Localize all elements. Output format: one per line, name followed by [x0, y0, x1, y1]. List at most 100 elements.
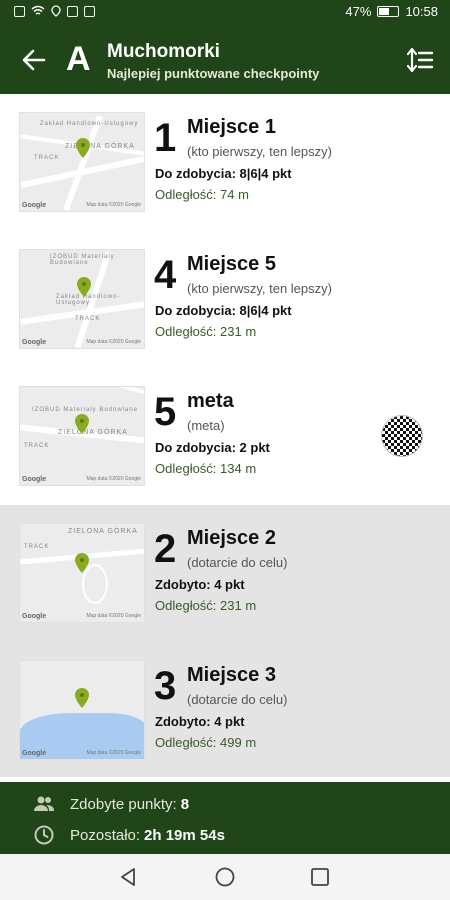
map-pin-icon — [75, 553, 89, 573]
map-thumbnail: Zakład Handlowo-Usługowy ZIELONA GÓRKA T… — [19, 112, 145, 212]
checkpoint-row[interactable]: IZOBUD Materiały Budowlane Zakład Handlo… — [0, 231, 450, 368]
people-icon — [34, 796, 54, 811]
map-thumbnail: ZIELONA GÓRKA TRACK Google Map data ©202… — [19, 523, 145, 623]
battery-percent: 47% — [345, 4, 372, 19]
clock: 10:58 — [405, 4, 438, 19]
status-right: 47% 10:58 — [345, 4, 438, 19]
checkpoint-type: (meta) — [187, 418, 225, 433]
google-logo: Google — [22, 750, 47, 757]
checkpoint-row[interactable]: Zakład Handlowo-Usługowy ZIELONA GÓRKA T… — [0, 94, 450, 231]
map-label: IZOBUD Materiały Budowlane — [50, 254, 115, 266]
checkpoint-name: meta — [187, 390, 234, 412]
checkpoint-number: 2 — [154, 527, 177, 571]
map-thumbnail: IZOBUD Materiały Budowlane Zakład Handlo… — [19, 249, 145, 349]
map-label: Zakład Handlowo-Usługowy — [56, 294, 121, 306]
points-label: Do zdobycia: — [155, 440, 236, 455]
map-pin-icon — [77, 277, 91, 297]
time-summary: Pozostało: 2h 19m 54s — [32, 823, 225, 847]
checkpoint-row[interactable]: IZOBUD Materiały Budowlane TRACK ZIELONA… — [0, 368, 450, 505]
status-bar: 47% 10:58 — [0, 0, 450, 24]
points-label: Zdobyto: — [155, 577, 211, 592]
battery-icon — [377, 6, 400, 17]
distance-value: 231 m — [220, 324, 257, 339]
status-icons — [14, 5, 95, 17]
arrow-left-icon[interactable] — [20, 46, 48, 74]
map-attribution: Map data ©2020 Google — [86, 202, 141, 208]
google-logo: Google — [22, 202, 47, 209]
points-value: 8|6|4 pkt — [239, 166, 292, 181]
distance-label: Odległość: — [155, 461, 217, 476]
map-label: TRACK — [24, 544, 50, 550]
points-value: 4 pkt — [214, 714, 245, 729]
map-label: TRACK — [75, 316, 101, 322]
map-attribution: Map data ©2020 Google — [86, 339, 141, 345]
checkpoint-name: Miejsce 2 — [187, 527, 276, 549]
checkpoint-type: (dotarcie do celu) — [187, 555, 288, 570]
checkpoint-number: 1 — [154, 116, 177, 160]
checkpoint-name: Miejsce 3 — [187, 664, 276, 686]
checkpoint-distance: Odległość: 231 m — [155, 324, 256, 339]
distance-label: Odległość: — [155, 187, 217, 202]
checkpoint-points: Do zdobycia: 8|6|4 pkt — [155, 166, 292, 181]
checkpoint-name: Miejsce 5 — [187, 253, 276, 275]
checkpoint-distance: Odległość: 134 m — [155, 461, 256, 476]
distance-value: 74 m — [220, 187, 249, 202]
checkpoint-number: 4 — [154, 253, 177, 297]
message-icon — [84, 5, 95, 17]
time-value: 2h 19m 54s — [144, 826, 225, 844]
distance-label: Odległość: — [155, 735, 217, 750]
google-logo: Google — [22, 476, 47, 483]
checkpoint-points: Zdobyto: 4 pkt — [155, 714, 245, 729]
recents-square-icon[interactable] — [309, 866, 331, 888]
points-value: 4 pkt — [214, 577, 245, 592]
points-value: 8|6|4 pkt — [239, 303, 292, 318]
map-thumbnail: Google Map data ©2020 Google — [19, 660, 145, 760]
checkpoint-list[interactable]: Zakład Handlowo-Usługowy ZIELONA GÓRKA T… — [0, 94, 450, 780]
page-title: Muchomorki — [107, 41, 220, 62]
map-pin-icon — [75, 414, 89, 434]
sim-icon — [14, 5, 25, 17]
system-nav-bar — [0, 854, 450, 900]
map-attribution: Map data ©2020 Google — [86, 750, 141, 756]
map-pin-icon — [75, 688, 89, 708]
points-label: Zdobyte punkty: — [70, 795, 177, 813]
points-value: 8 — [180, 795, 190, 813]
map-attribution: Map data ©2020 Google — [86, 476, 141, 482]
points-summary: Zdobyte punkty: 8 — [32, 792, 189, 816]
checkpoint-row[interactable]: ZIELONA GÓRKA TRACK Google Map data ©202… — [0, 505, 450, 642]
distance-label: Odległość: — [155, 598, 217, 613]
checkpoint-distance: Odległość: 74 m — [155, 187, 249, 202]
location-icon — [51, 5, 61, 17]
map-thumbnail: IZOBUD Materiały Budowlane TRACK ZIELONA… — [19, 386, 145, 486]
finish-flag-icon — [381, 415, 423, 457]
checkpoint-type: (kto pierwszy, ten lepszy) — [187, 281, 332, 296]
google-logo: Google — [22, 339, 47, 346]
map-label: TRACK — [24, 443, 50, 449]
checkpoint-type: (kto pierwszy, ten lepszy) — [187, 144, 332, 159]
wifi-icon — [31, 5, 45, 15]
checkpoint-distance: Odległość: 499 m — [155, 735, 256, 750]
map-pin-icon — [76, 138, 90, 158]
checkpoint-type: (dotarcie do celu) — [187, 692, 288, 707]
checkpoint-name: Miejsce 1 — [187, 116, 276, 138]
points-value: 2 pkt — [239, 440, 270, 455]
sort-icon[interactable] — [406, 46, 434, 74]
map-label: ZIELONA GÓRKA — [68, 528, 138, 535]
map-label: TRACK — [34, 155, 60, 161]
checkpoint-points: Do zdobycia: 8|6|4 pkt — [155, 303, 292, 318]
distance-value: 499 m — [220, 735, 257, 750]
checkpoint-points: Do zdobycia: 2 pkt — [155, 440, 270, 455]
points-label: Do zdobycia: — [155, 303, 236, 318]
checkpoint-row[interactable]: Google Map data ©2020 Google 3 Miejsce 3… — [0, 642, 450, 779]
notification-icon — [67, 5, 78, 17]
distance-value: 134 m — [220, 461, 257, 476]
clock-icon — [34, 825, 54, 845]
checkpoint-points: Zdobyto: 4 pkt — [155, 577, 245, 592]
home-circle-icon[interactable] — [214, 866, 236, 888]
map-label: ZIELONA GÓRKA — [58, 429, 128, 436]
battery-fill — [379, 8, 389, 15]
map-label: Zakład Handlowo-Usługowy — [40, 121, 139, 127]
time-label: Pozostało: — [70, 826, 141, 844]
points-label: Zdobyto: — [155, 714, 211, 729]
back-triangle-icon[interactable] — [117, 866, 139, 888]
